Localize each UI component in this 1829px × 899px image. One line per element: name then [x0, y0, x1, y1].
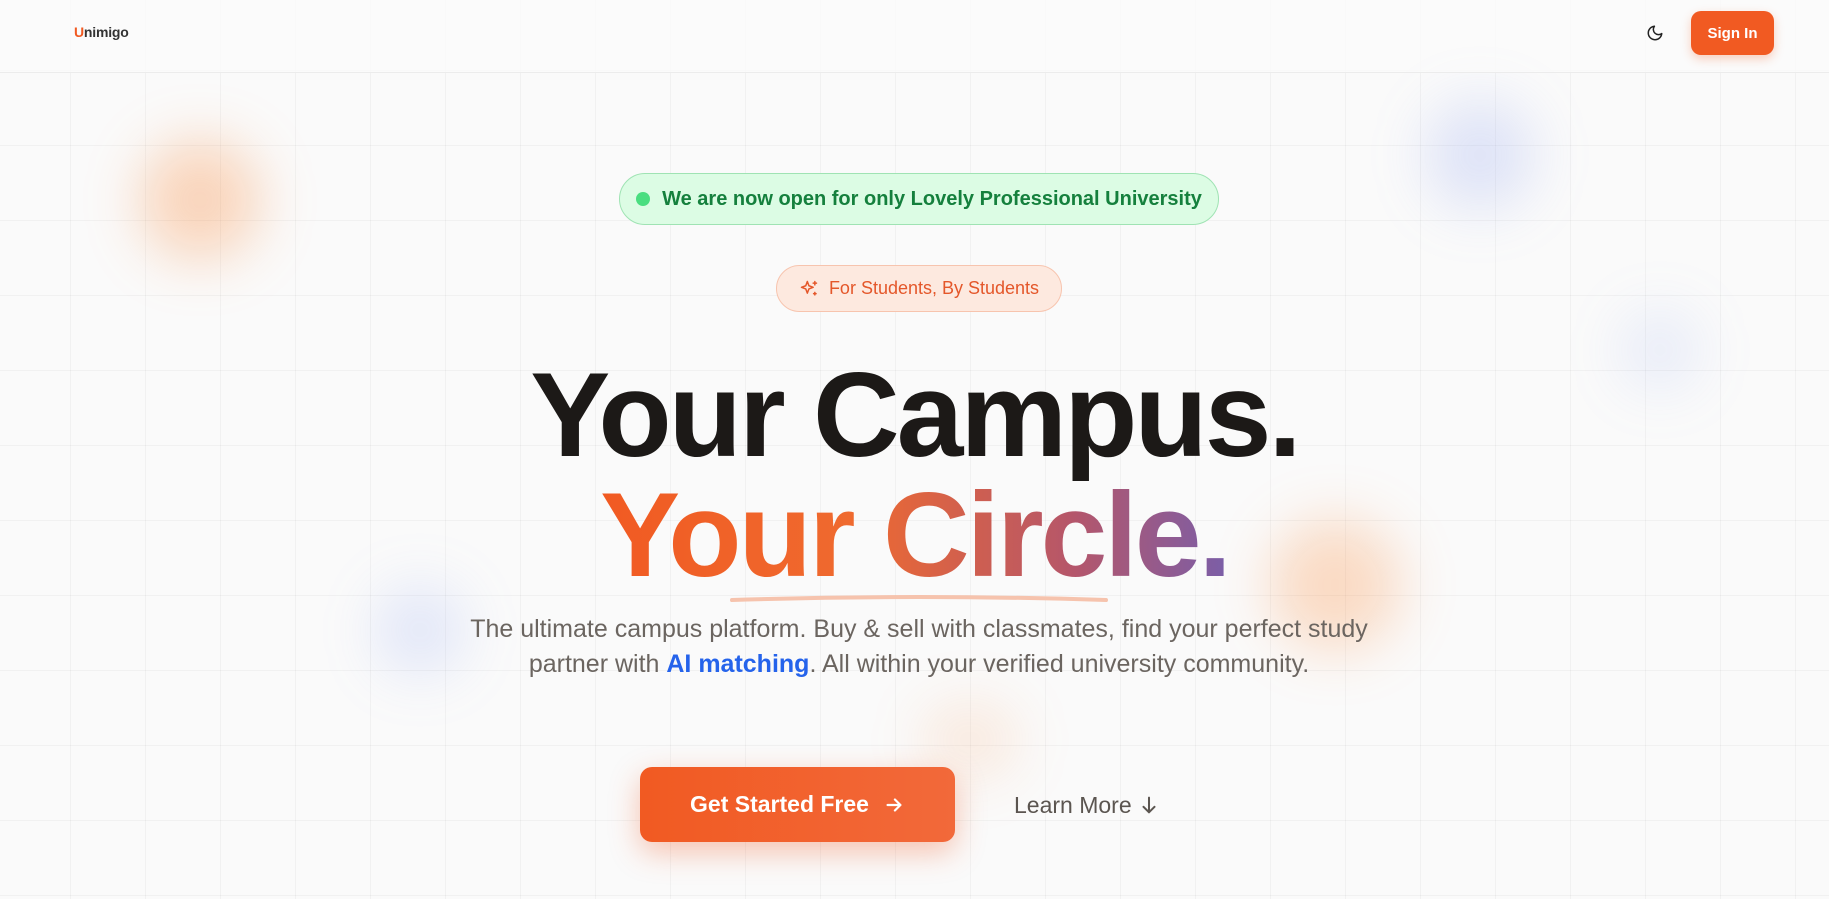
hero-heading-gradient-text: Your Circle.	[600, 468, 1232, 602]
logo-mark: U	[74, 24, 84, 40]
subtitle-text-2: . All within your verified university co…	[809, 650, 1310, 678]
hero-heading-line1: Your Campus.	[530, 348, 1302, 482]
sign-in-button[interactable]: Sign In	[1691, 11, 1774, 55]
theme-toggle-button[interactable]	[1642, 20, 1668, 46]
hero-section: We are now open for only Lovely Professi…	[0, 0, 1829, 899]
arrow-down-icon	[1142, 796, 1156, 814]
learn-more-link[interactable]: Learn More	[1014, 788, 1160, 822]
logo[interactable]: Unimigo	[74, 24, 129, 40]
top-navbar: Unimigo Sign In	[0, 0, 1829, 73]
tagline-badge: For Students, By Students	[776, 265, 1062, 312]
learn-more-label: Learn More	[1014, 791, 1132, 818]
arrow-right-icon	[886, 797, 902, 812]
hero-heading-line2: Your Circle.	[0, 475, 1829, 595]
announcement-text: We are now open for only Lovely Professi…	[662, 187, 1202, 210]
hero-subtitle: The ultimate campus platform. Buy & sell…	[470, 612, 1368, 682]
get-started-button[interactable]: Get Started Free	[640, 767, 955, 842]
get-started-label: Get Started Free	[690, 791, 869, 817]
logo-text: nimigo	[83, 24, 129, 40]
heading-underline	[730, 595, 1108, 602]
status-dot	[636, 192, 651, 206]
ai-matching-highlight: AI matching	[666, 650, 810, 678]
announcement-badge: We are now open for only Lovely Professi…	[619, 173, 1219, 225]
moon-icon	[1647, 25, 1663, 41]
tagline-text: For Students, By Students	[828, 278, 1040, 298]
sparkles-icon	[800, 280, 818, 296]
